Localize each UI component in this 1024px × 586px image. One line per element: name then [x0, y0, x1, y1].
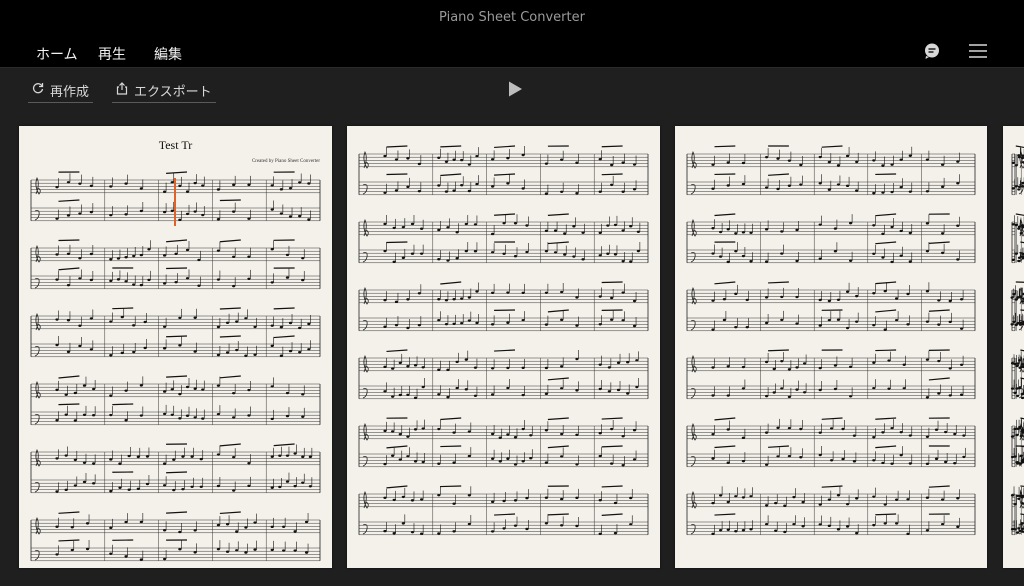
export-icon — [116, 81, 128, 99]
tab-edit[interactable]: 編集 — [154, 42, 182, 69]
feedback-icon[interactable] — [922, 41, 942, 61]
toolbar: 再作成 エクスポート — [0, 68, 1024, 116]
refresh-icon — [32, 82, 44, 98]
export-label: エクスポート — [134, 84, 212, 100]
sheet-page-1[interactable]: Test Tr Created by Piano Sheet Converter — [19, 126, 332, 568]
export-button[interactable]: エクスポート — [112, 78, 216, 103]
nav-bar: ホーム 再生 編集 — [0, 34, 1024, 71]
regenerate-button[interactable]: 再作成 — [28, 78, 94, 103]
regenerate-label: 再作成 — [50, 84, 90, 100]
playback-cursor — [174, 178, 176, 226]
menu-icon[interactable] — [968, 41, 988, 61]
play-icon — [509, 81, 522, 97]
sheet-music-page-3 — [686, 145, 976, 536]
tab-home[interactable]: ホーム — [36, 42, 78, 69]
sheet-page-2[interactable] — [347, 126, 660, 568]
window-title: Piano Sheet Converter — [439, 9, 585, 25]
sheet-page-4[interactable] — [1003, 126, 1024, 568]
tab-play[interactable]: 再生 — [86, 42, 138, 71]
title-bar: Piano Sheet Converter — [0, 0, 1024, 34]
sheet-page-3[interactable] — [675, 126, 987, 568]
sheet-music-page-4 — [1010, 145, 1024, 536]
play-button[interactable] — [506, 80, 524, 98]
sheet-music-page-2 — [358, 145, 649, 536]
